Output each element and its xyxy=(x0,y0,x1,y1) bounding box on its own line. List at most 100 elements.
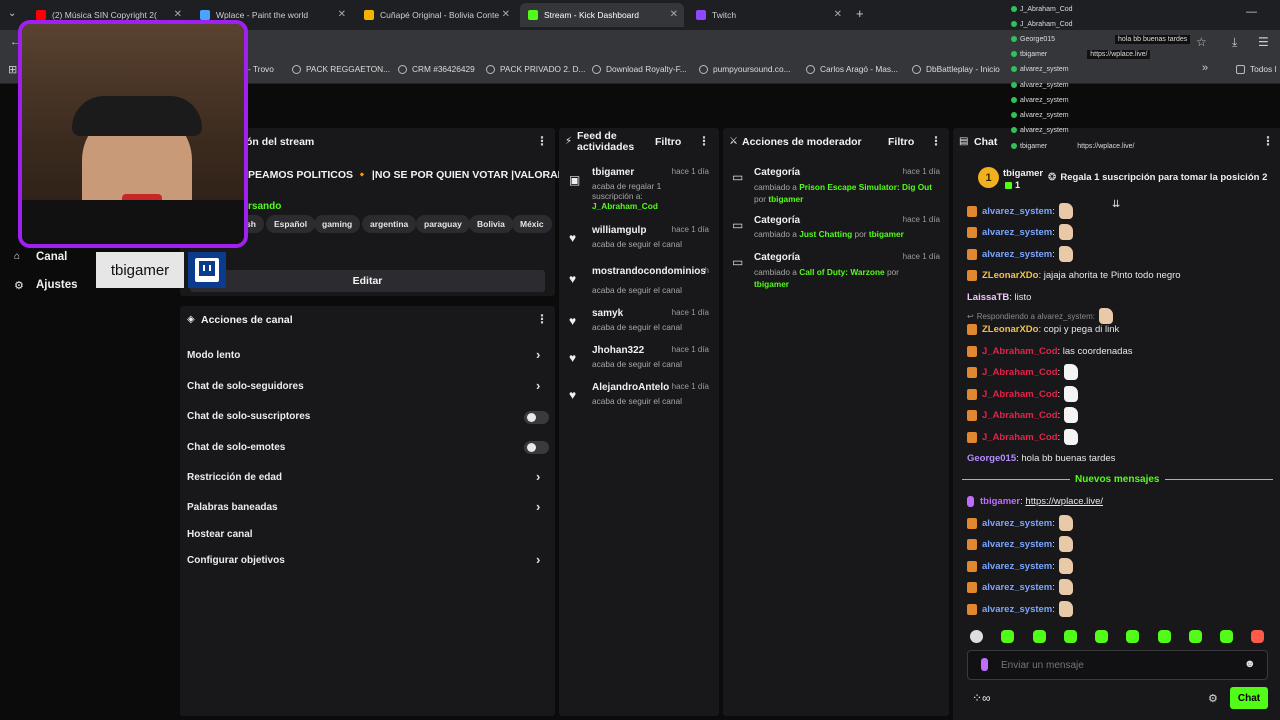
overlay-chat-line: alvarez_system xyxy=(1011,94,1069,106)
star-icon[interactable]: ☆ xyxy=(1196,35,1207,49)
subs-only-toggle[interactable] xyxy=(524,411,549,424)
slow-mode-row[interactable]: Modo lento xyxy=(187,350,240,361)
goals-row[interactable]: Configurar objetivos xyxy=(187,555,285,566)
chat-user[interactable]: alvarez_system xyxy=(982,249,1052,260)
close-icon[interactable]: ✕ xyxy=(502,9,510,20)
chat-user[interactable]: alvarez_system xyxy=(982,561,1052,572)
emote-icon[interactable] xyxy=(1220,630,1233,643)
bookmark-2[interactable]: CRM #36426429 xyxy=(398,64,475,74)
chat-user[interactable]: alvarez_system xyxy=(982,518,1052,529)
emote-icon[interactable] xyxy=(1033,630,1046,643)
chat-user[interactable]: J_Abraham_Cod xyxy=(982,410,1058,421)
new-messages-label[interactable]: Nuevos mensajes xyxy=(1075,474,1160,485)
sidebar-item-canal[interactable]: Canal xyxy=(36,251,67,263)
chat-input-box[interactable]: ☻ xyxy=(967,650,1268,680)
feed-user[interactable]: mostrandocondominios xyxy=(592,266,715,277)
chat-user[interactable]: J_Abraham_Cod xyxy=(982,367,1058,378)
feed-target[interactable]: J_Abraham_Cod xyxy=(592,201,658,211)
emote-icon[interactable] xyxy=(1064,630,1077,643)
chevron-right-icon[interactable]: › xyxy=(536,378,540,393)
mod-value[interactable]: Call of Duty: Warzone xyxy=(799,267,884,277)
age-restriction-row[interactable]: Restricción de edad xyxy=(187,472,282,483)
chat-user[interactable]: ZLeonarXDo xyxy=(982,324,1038,335)
chevron-right-icon[interactable]: › xyxy=(536,552,540,567)
followers-only-row[interactable]: Chat de solo-seguidores xyxy=(187,381,304,392)
pin-icon[interactable]: ⇊ xyxy=(1112,199,1120,210)
more-bookmarks-icon[interactable]: » xyxy=(1202,62,1208,74)
emoji-icon[interactable]: ☻ xyxy=(1244,658,1256,670)
close-icon[interactable]: ✕ xyxy=(670,9,678,20)
more-icon[interactable]: ⋮ xyxy=(536,134,548,148)
banned-words-row[interactable]: Palabras baneadas xyxy=(187,502,278,513)
bookmark-3[interactable]: PACK PRIVADO 2. D... xyxy=(486,64,585,74)
close-icon[interactable]: ✕ xyxy=(174,9,182,20)
bookmark-6[interactable]: Carlos Aragó - Mas... xyxy=(806,64,898,74)
bookmark-4[interactable]: Download Royalty-F... xyxy=(592,64,687,74)
emotes-only-toggle[interactable] xyxy=(524,441,549,454)
tab-list-icon[interactable]: ⌄ xyxy=(8,8,16,19)
gift-prompt[interactable]: ❂ Regala 1 suscripción para tomar la posi… xyxy=(1048,172,1267,183)
chat-user[interactable]: alvarez_system xyxy=(982,604,1052,615)
mod-by[interactable]: tbigamer xyxy=(869,229,904,239)
chat-user[interactable]: J_Abraham_Cod xyxy=(982,432,1058,443)
more-icon[interactable]: ⋮ xyxy=(1262,134,1274,148)
chat-user[interactable]: J_Abraham_Cod xyxy=(982,346,1058,357)
bookmark-0[interactable]: - Trovo xyxy=(248,64,274,74)
emote-icon[interactable] xyxy=(1189,630,1202,643)
emote-icon[interactable] xyxy=(1126,630,1139,643)
mod-filter-button[interactable]: Filtro xyxy=(888,136,914,148)
bookmark-5[interactable]: pumpyoursound.co... xyxy=(699,64,790,74)
chat-user[interactable]: tbigamer xyxy=(980,496,1020,507)
bookmark-1[interactable]: PACK REGGAETON... xyxy=(292,64,390,74)
emote-icon[interactable] xyxy=(1158,630,1171,643)
reply-context[interactable]: ↩ Respondiendo a alvarez_system: xyxy=(967,308,1113,324)
chat-user[interactable]: alvarez_system xyxy=(982,206,1052,217)
infinity-icon[interactable]: ⁘∞ xyxy=(972,691,991,705)
chevron-right-icon[interactable]: › xyxy=(536,347,540,362)
emote-icon[interactable] xyxy=(970,630,983,643)
mod-value[interactable]: Just Chatting xyxy=(799,229,852,239)
menu-icon[interactable]: ☰ xyxy=(1258,35,1269,49)
all-bookmarks[interactable]: Todos l xyxy=(1236,64,1276,74)
host-channel-row[interactable]: Hostear canal xyxy=(187,529,253,540)
chevron-right-icon[interactable]: › xyxy=(536,469,540,484)
chat-user[interactable]: LaissaTB xyxy=(967,292,1009,303)
minimize-icon[interactable]: — xyxy=(1246,6,1257,18)
chat-user[interactable]: alvarez_system xyxy=(982,582,1052,593)
close-icon[interactable]: ✕ xyxy=(834,9,842,20)
stream-category[interactable]: rsando xyxy=(248,201,281,212)
mod-value[interactable]: Prison Escape Simulator: Dig Out xyxy=(799,182,932,192)
chat-user[interactable]: alvarez_system xyxy=(982,227,1052,238)
download-icon[interactable]: ⤓ xyxy=(1232,35,1237,50)
tab-4[interactable]: Twitch ✕ xyxy=(688,3,848,27)
tab-label: Wplace - Paint the world xyxy=(216,10,309,20)
send-chat-button[interactable]: Chat xyxy=(1230,687,1268,709)
chat-link[interactable]: https://wplace.live/ xyxy=(1025,496,1103,507)
bookmark-label: CRM #36426429 xyxy=(412,64,475,74)
emote-icon[interactable] xyxy=(1001,630,1014,643)
more-icon[interactable]: ⋮ xyxy=(930,134,942,148)
chat-user[interactable]: alvarez_system xyxy=(982,539,1052,550)
new-tab-button[interactable]: + xyxy=(856,6,864,21)
top-gifter-name[interactable]: tbigamer xyxy=(1003,168,1043,179)
bookmark-7[interactable]: DbBattleplay - Inicio xyxy=(912,64,1000,74)
chevron-right-icon[interactable]: › xyxy=(536,499,540,514)
chat-input[interactable] xyxy=(1001,657,1231,673)
emote-icon[interactable] xyxy=(1251,630,1264,643)
more-icon[interactable]: ⋮ xyxy=(698,134,710,148)
mod-by[interactable]: tbigamer xyxy=(754,279,789,289)
more-icon[interactable]: ⋮ xyxy=(536,312,548,326)
chat-user[interactable]: J_Abraham_Cod xyxy=(982,389,1058,400)
chat-user[interactable]: George015 xyxy=(967,453,1016,464)
emote-icon[interactable] xyxy=(1095,630,1108,643)
tab-3[interactable]: Stream - Kick Dashboard ✕ xyxy=(520,3,684,27)
feed-filter-button[interactable]: Filtro xyxy=(655,136,681,148)
edit-button[interactable]: Editar xyxy=(190,270,545,292)
chat-user[interactable]: ZLeonarXDo xyxy=(982,270,1038,281)
close-icon[interactable]: ✕ xyxy=(338,9,346,20)
gear-icon[interactable]: ⚙ xyxy=(1208,692,1218,705)
sidebar-item-ajustes[interactable]: Ajustes xyxy=(36,279,78,291)
mod-by[interactable]: tbigamer xyxy=(768,194,803,204)
tab-2[interactable]: Cuñapé Original - Bolivia Conte ✕ xyxy=(356,3,516,27)
apps-icon[interactable]: ⊞ xyxy=(8,63,17,76)
